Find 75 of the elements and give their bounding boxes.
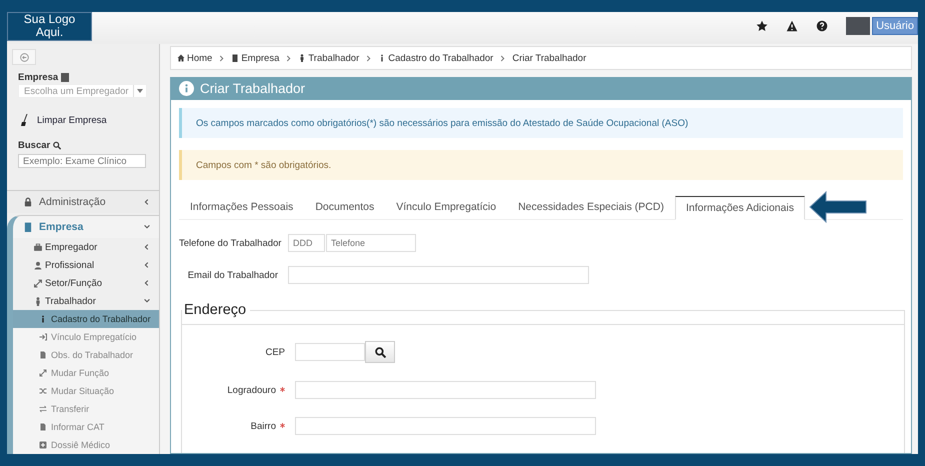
input-field[interactable] <box>295 343 365 361</box>
breadcrumb-link[interactable]: Empresa <box>241 52 280 64</box>
star-icon[interactable] <box>756 20 768 32</box>
help-icon[interactable] <box>816 20 828 32</box>
chevron-icon <box>366 54 372 62</box>
search-field[interactable]: Exemplo: Exame Clínico <box>18 154 146 168</box>
building-icon <box>23 222 33 232</box>
chevron-icon <box>143 279 151 287</box>
search-icon <box>374 346 386 358</box>
info-icon <box>179 81 194 96</box>
arrows-icon <box>39 369 47 377</box>
logo-placeholder[interactable]: Sua Logo Aqui. <box>7 12 92 41</box>
photo-placeholder <box>846 17 870 35</box>
warning-icon[interactable] <box>786 20 798 32</box>
chevron-icon <box>500 54 506 62</box>
lock-icon <box>23 197 33 207</box>
info-alert: Os campos marcados como obrigatórios(*) são necessários para emissão do Atestado de Saúde Ocupacional (ASO) <box>179 108 903 138</box>
search-icon <box>53 141 62 150</box>
chevron-icon <box>286 54 292 62</box>
field-label: Logradouro <box>182 384 285 396</box>
field-label: Email do Trabalhador <box>186 270 278 280</box>
user-icon <box>33 260 43 270</box>
info-icon <box>39 315 47 323</box>
person-icon <box>298 54 306 62</box>
input-field[interactable] <box>288 266 589 284</box>
menu-item[interactable]: Setor/Função <box>13 274 159 292</box>
chevron-icon <box>143 297 151 305</box>
breadcrumb-link[interactable]: Trabalhador <box>308 52 360 64</box>
breadcrumb-link[interactable]: Criar Trabalhador <box>512 52 586 64</box>
tab[interactable]: Informações Pessoais <box>179 195 304 219</box>
arrows-icon <box>33 278 43 288</box>
chevron-icon <box>143 243 151 251</box>
menu-item[interactable]: Profissional <box>13 256 159 274</box>
submenu-item[interactable]: Cadastro do Trabalhador <box>13 310 159 328</box>
file-icon <box>39 351 47 359</box>
tab[interactable]: Documentos <box>304 195 386 219</box>
chevron-icon <box>143 261 151 269</box>
tab[interactable]: Vínculo Empregatício <box>385 195 508 219</box>
plus-icon <box>39 441 47 449</box>
collapse-button[interactable] <box>12 49 36 66</box>
breadcrumb-link[interactable]: Home <box>187 52 212 64</box>
company-label: Empresa <box>18 72 58 84</box>
file-icon <box>39 423 47 431</box>
briefcase-icon <box>33 242 43 252</box>
search-button[interactable] <box>365 341 395 363</box>
breadcrumb-link[interactable]: Cadastro do Trabalhador <box>388 52 494 64</box>
menu-item[interactable]: Trabalhador <box>13 292 159 310</box>
phone-field[interactable]: Telefone <box>326 234 416 252</box>
caret-icon <box>137 89 143 94</box>
menu-item[interactable]: Empresa <box>7 215 159 238</box>
chevron-icon <box>143 223 151 231</box>
back-icon <box>20 52 28 62</box>
chevron-icon <box>143 198 151 206</box>
field-label: CEP <box>264 346 285 358</box>
building-icon <box>61 73 70 82</box>
broom-icon <box>21 114 29 126</box>
shuffle-icon <box>39 387 47 395</box>
clear-company-link[interactable]: Limpar Empresa <box>37 114 107 126</box>
field-label: Bairro <box>182 420 285 432</box>
ddd-field[interactable]: DDD <box>288 234 325 252</box>
signin-icon <box>39 333 47 341</box>
building-icon <box>231 54 240 62</box>
input-field[interactable] <box>295 381 596 399</box>
input-field[interactable] <box>295 417 596 435</box>
chevron-icon <box>219 54 224 62</box>
panel-title: Criar Trabalhador <box>200 81 306 96</box>
home-icon <box>177 54 185 62</box>
tab[interactable]: Informações Adicionais <box>674 196 805 220</box>
address-legend: Endereço <box>182 302 250 318</box>
menu-item[interactable]: Empregador <box>13 238 159 256</box>
tab[interactable]: Necessidades Especiais (PCD) <box>507 195 675 219</box>
warning-alert: Campos com * são obrigatórios. <box>179 150 903 180</box>
exchange-icon <box>39 405 47 413</box>
search-label: Buscar <box>18 140 50 152</box>
arrow-icon <box>808 190 869 224</box>
